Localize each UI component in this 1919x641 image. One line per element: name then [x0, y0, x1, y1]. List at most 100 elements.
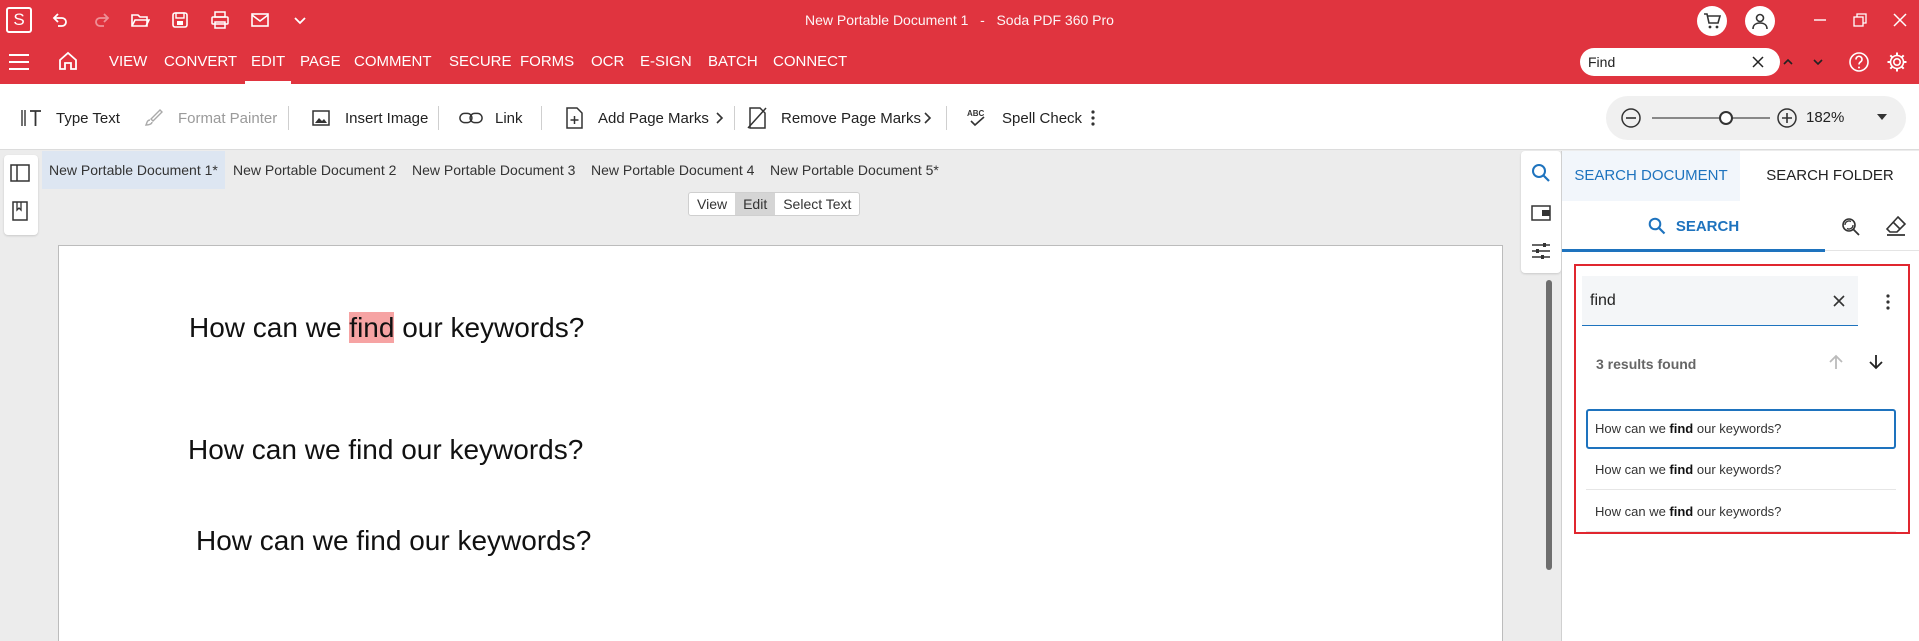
result-2-suffix: our keywords? — [1693, 462, 1782, 477]
edit-toolbar: Type Text Format Painter Insert Image Li… — [0, 84, 1919, 150]
toolbar-divider — [541, 106, 542, 130]
mode-switch: View Edit Select Text — [688, 192, 861, 216]
add-page-icon — [562, 106, 586, 130]
remove-page-marks-more-icon[interactable] — [922, 106, 932, 130]
result-3-prefix: How can we — [1595, 504, 1670, 519]
search-mode-label: SEARCH — [1675, 217, 1740, 235]
settings-gear-icon[interactable] — [1886, 51, 1908, 73]
account-icon[interactable] — [1745, 6, 1775, 36]
mode-select-text-button[interactable]: Select Text — [775, 193, 859, 215]
search-result-1[interactable]: How can we find our keywords? — [1586, 409, 1896, 449]
search-icon[interactable] — [1529, 161, 1553, 185]
toolbar-divider — [946, 106, 947, 130]
tab-search-document[interactable]: SEARCH DOCUMENT — [1562, 151, 1740, 201]
tab-batch[interactable]: BATCH — [708, 40, 758, 84]
doc-tab-3[interactable]: New Portable Document 3 — [405, 151, 582, 189]
quick-find-input[interactable] — [1588, 52, 1708, 72]
tab-comment[interactable]: COMMENT — [354, 40, 432, 84]
link-icon — [459, 106, 483, 130]
eraser-icon[interactable] — [1884, 214, 1908, 238]
result-2-prefix: How can we — [1595, 462, 1670, 477]
close-window-icon[interactable] — [1877, 0, 1919, 40]
remove-page-marks-button[interactable]: Remove Page Marks — [745, 106, 921, 130]
document-title: New Portable Document 1 — [805, 12, 969, 28]
next-result-icon[interactable] — [1864, 350, 1888, 374]
bookmark-icon[interactable] — [6, 197, 34, 225]
add-page-marks-button[interactable]: Add Page Marks — [562, 106, 709, 130]
mode-view-button[interactable]: View — [689, 193, 735, 215]
home-icon[interactable] — [57, 50, 79, 72]
title-bar: S New Portable Document 1 - Soda PDF 360… — [0, 0, 1919, 40]
toolbar-more-icon[interactable] — [1090, 106, 1096, 130]
search-input[interactable] — [1590, 290, 1810, 312]
find-next-icon[interactable] — [1808, 52, 1828, 72]
type-text-label: Type Text — [56, 109, 120, 127]
previous-result-icon[interactable] — [1824, 350, 1848, 374]
menu-icon[interactable] — [8, 52, 30, 72]
remove-page-marks-label: Remove Page Marks — [781, 109, 922, 127]
tab-esign[interactable]: E-SIGN — [640, 40, 692, 84]
help-icon[interactable] — [1848, 51, 1870, 73]
zoom-dropdown-icon[interactable] — [1877, 113, 1887, 121]
properties-sliders-icon[interactable] — [1529, 239, 1553, 263]
clear-find-icon[interactable] — [1748, 52, 1768, 72]
tab-ocr[interactable]: OCR — [591, 40, 624, 84]
zoom-out-icon[interactable] — [1620, 107, 1642, 129]
remove-page-icon — [745, 106, 769, 130]
zoom-slider[interactable] — [1652, 117, 1770, 119]
line1-suffix: our keywords? — [394, 312, 585, 343]
result-2-hit: find — [1669, 462, 1694, 477]
window-title: New Portable Document 1 - Soda PDF 360 P… — [0, 12, 1919, 28]
doc-tab-5[interactable]: New Portable Document 5* — [763, 151, 946, 189]
tab-forms[interactable]: FORMS — [520, 40, 574, 84]
search-highlight: find — [349, 312, 395, 343]
search-result-3[interactable]: How can we find our keywords? — [1586, 492, 1896, 532]
zoom-level[interactable]: 182% — [1806, 109, 1844, 126]
type-text-button[interactable]: Type Text — [20, 106, 120, 130]
title-separator: - — [980, 12, 985, 28]
doc-tab-1[interactable]: New Portable Document 1* — [42, 151, 225, 189]
spell-check-icon: ABC — [966, 106, 990, 130]
page-text-line-3[interactable]: How can we find our keywords? — [196, 525, 591, 557]
doc-tab-4[interactable]: New Portable Document 4 — [584, 151, 761, 189]
panels-icon[interactable] — [6, 159, 34, 187]
cart-icon[interactable] — [1697, 6, 1727, 36]
page-text-line-2[interactable]: How can we find our keywords? — [188, 434, 583, 466]
insert-image-button[interactable]: Insert Image — [309, 106, 428, 130]
zoom-control: 182% — [1606, 96, 1906, 140]
page-text-line-1[interactable]: How can we find our keywords? — [189, 312, 584, 344]
advanced-search-icon[interactable] — [1838, 214, 1862, 238]
spell-check-button[interactable]: ABC Spell Check — [966, 106, 1082, 130]
link-button[interactable]: Link — [459, 106, 523, 130]
tab-search-folder[interactable]: SEARCH FOLDER — [1740, 151, 1919, 201]
search-options-icon[interactable] — [1878, 290, 1898, 314]
toolbar-divider — [288, 106, 289, 130]
doc-tab-2[interactable]: New Portable Document 2 — [226, 151, 403, 189]
tab-edit[interactable]: EDIT — [244, 40, 292, 84]
tab-page[interactable]: PAGE — [300, 40, 341, 84]
type-text-icon — [20, 106, 44, 130]
spell-check-label: Spell Check — [1002, 109, 1083, 127]
zoom-slider-handle[interactable] — [1719, 111, 1733, 125]
search-result-2[interactable]: How can we find our keywords? — [1586, 450, 1896, 490]
search-mode-tab[interactable]: SEARCH — [1562, 201, 1825, 252]
right-tool-strip — [1521, 151, 1561, 273]
find-previous-icon[interactable] — [1778, 52, 1798, 72]
vertical-scrollbar[interactable] — [1546, 280, 1552, 570]
search-subheader: SEARCH — [1562, 201, 1919, 252]
format-painter-button[interactable]: Format Painter — [142, 106, 277, 130]
clear-search-icon[interactable] — [1828, 290, 1850, 312]
result-1-prefix: How can we — [1595, 421, 1670, 436]
tab-convert[interactable]: CONVERT — [164, 40, 237, 84]
tab-view[interactable]: VIEW — [109, 40, 147, 84]
result-1-hit: find — [1669, 421, 1694, 436]
tab-connect[interactable]: CONNECT — [773, 40, 847, 84]
quick-find-box — [1580, 48, 1823, 76]
mode-edit-button[interactable]: Edit — [735, 193, 776, 215]
tab-secure[interactable]: SECURE — [449, 40, 512, 84]
result-3-hit: find — [1669, 504, 1694, 519]
page-panel-icon[interactable] — [1529, 201, 1553, 225]
zoom-in-icon[interactable] — [1776, 107, 1798, 129]
link-label: Link — [495, 109, 523, 127]
add-page-marks-more-icon[interactable] — [714, 106, 724, 130]
